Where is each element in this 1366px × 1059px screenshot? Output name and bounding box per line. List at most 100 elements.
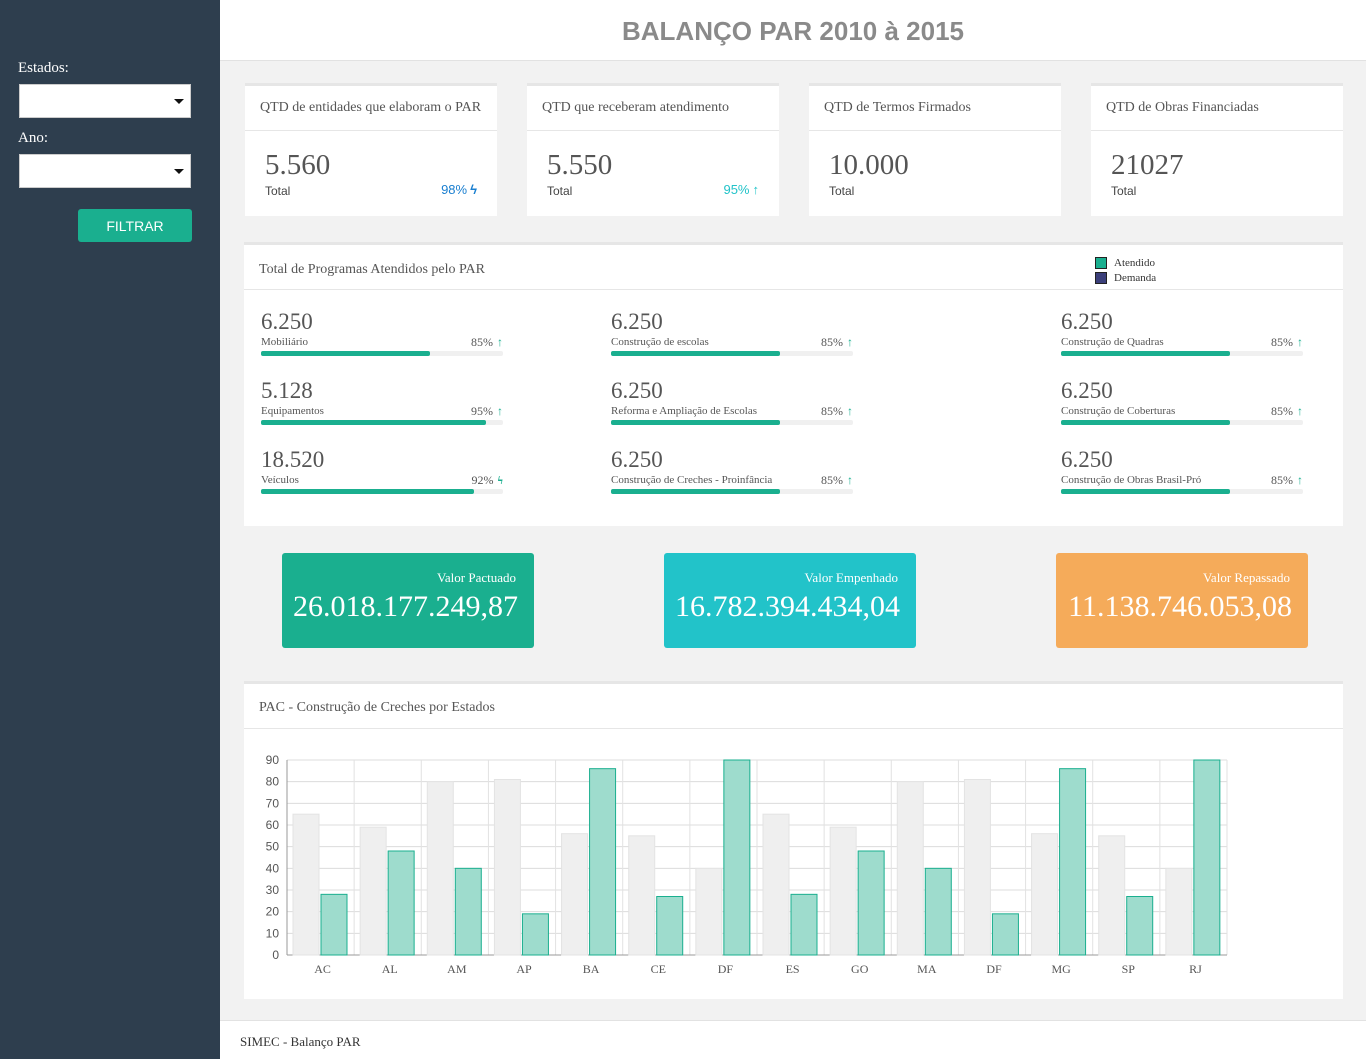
y-tick-label: 40 [266, 861, 280, 875]
kpi-sub: Total [547, 184, 573, 198]
bar-demanda [359, 826, 387, 956]
kpi-value: 21027 [1111, 149, 1184, 181]
bar-demanda [1031, 833, 1059, 956]
program-item: 6.250 Mobiliário 85% ↑ [261, 309, 503, 356]
valor-empenhado-card: Valor Empenhado 16.782.394.434,04 [664, 553, 916, 648]
bar-atendido [1193, 759, 1221, 956]
program-item: 6.250 Construção de Coberturas 85% ↑ [1061, 378, 1303, 425]
sidebar: Estados: Ano: FILTRAR [0, 0, 220, 1059]
bar-atendido [723, 759, 751, 956]
progress-bar [261, 489, 503, 494]
progress-fill [261, 420, 487, 425]
progress-bar [611, 420, 853, 425]
kpi-sub: Total [829, 184, 855, 198]
program-percent: 85% ↑ [821, 335, 853, 349]
y-tick-label: 20 [266, 905, 280, 919]
bar-demanda [292, 813, 320, 956]
program-name: Veículos [261, 474, 299, 486]
x-tick-label: AC [314, 962, 331, 976]
valor-label: Valor Empenhado [804, 570, 898, 585]
footer-text: SIMEC - Balanço PAR [240, 1034, 361, 1049]
program-name: Equipamentos [261, 405, 324, 417]
program-percent: 92% ϟ [471, 473, 503, 487]
x-tick-label: MA [917, 962, 937, 976]
chevron-down-icon [174, 99, 184, 104]
bar-atendido [790, 893, 818, 956]
program-percent: 85% ↑ [821, 404, 853, 418]
legend-item-demanda: Demanda [1095, 270, 1156, 285]
chart-panel: PAC - Construção de Creches por Estados … [244, 681, 1343, 999]
program-percent: 85% ↑ [1271, 473, 1303, 487]
y-tick-label: 10 [266, 926, 280, 940]
bar-demanda [1098, 835, 1126, 956]
bar-atendido [521, 913, 549, 956]
program-name: Construção de Coberturas [1061, 405, 1176, 417]
kpi-title: QTD de Termos Firmados [809, 86, 1061, 131]
estados-label: Estados: [18, 60, 69, 76]
arrow-up-icon: ↑ [847, 335, 853, 349]
y-tick-label: 0 [272, 948, 279, 962]
footer: SIMEC - Balanço PAR [220, 1020, 1366, 1059]
filter-button[interactable]: FILTRAR [78, 209, 192, 242]
valor-amount: 26.018.177.249,87 [293, 590, 518, 623]
kpi-title: QTD que receberam atendimento [527, 86, 779, 131]
header: BALANÇO PAR 2010 à 2015 [220, 0, 1366, 61]
x-tick-label: BA [583, 962, 600, 976]
valor-amount: 16.782.394.434,04 [675, 590, 900, 623]
program-value: 6.250 [611, 378, 663, 403]
kpi-value: 10.000 [829, 149, 909, 181]
x-tick-label: AP [516, 962, 532, 976]
program-name: Construção de Creches - Proinfância [611, 474, 773, 486]
kpi-sub: Total [1111, 184, 1137, 198]
ano-select[interactable] [19, 154, 191, 188]
progress-fill [1061, 489, 1231, 494]
program-item: 6.250 Construção de escolas 85% ↑ [611, 309, 853, 356]
bar-atendido [924, 867, 952, 956]
y-tick-label: 80 [266, 775, 280, 789]
bar-atendido [857, 850, 885, 956]
progress-fill [611, 420, 781, 425]
program-name: Mobiliário [261, 336, 309, 348]
program-percent: 85% ↑ [1271, 335, 1303, 349]
bar-demanda [493, 779, 521, 956]
program-item: 5.128 Equipamentos 95% ↑ [261, 378, 503, 425]
bolt-icon: ϟ [470, 182, 477, 197]
bar-demanda [896, 781, 924, 956]
valor-label: Valor Repassado [1202, 570, 1290, 585]
progress-bar [1061, 420, 1303, 425]
kpi-card-atendimento: QTD que receberam atendimento 5.550 Tota… [527, 83, 779, 216]
progress-fill [1061, 420, 1231, 425]
arrow-up-icon: ↑ [497, 404, 503, 418]
program-value: 6.250 [611, 447, 663, 472]
program-name: Construção de escolas [611, 336, 709, 348]
program-item: 6.250 Construção de Obras Brasil-Pró 85% ↑ [1061, 447, 1303, 494]
progress-fill [1061, 351, 1231, 356]
program-item: 18.520 Veículos 92% ϟ [261, 447, 503, 494]
kpi-title: QTD de Obras Financiadas [1091, 86, 1343, 131]
valor-repassado-card: Valor Repassado 11.138.746.053,08 [1056, 553, 1308, 648]
program-percent: 95% ↑ [471, 404, 503, 418]
x-tick-label: ES [786, 962, 800, 976]
program-value: 5.128 [261, 378, 313, 403]
bar-atendido [1059, 768, 1087, 956]
program-name: Construção de Quadras [1061, 336, 1164, 348]
y-tick-label: 50 [266, 840, 280, 854]
bar-chart: 0 10 20 30 40 50 60 70 80 90 AC AL AM AP BA CE DF ES GO MA D… [266, 753, 1228, 976]
program-name: Construção de Obras Brasil-Pró [1061, 474, 1202, 486]
bar-atendido [656, 896, 684, 956]
x-tick-label: DF [718, 962, 734, 976]
program-value: 6.250 [261, 309, 313, 334]
legend-item-atendido: Atendido [1095, 255, 1156, 270]
progress-bar [1061, 351, 1303, 356]
bar-demanda [829, 826, 857, 956]
program-value: 6.250 [1061, 378, 1113, 403]
valor-label: Valor Pactuado [436, 570, 516, 585]
page-title: BALANÇO PAR 2010 à 2015 [622, 16, 964, 46]
program-percent: 85% ↑ [471, 335, 503, 349]
program-item: 6.250 Construção de Creches - Proinfância… [611, 447, 853, 494]
bar-demanda [963, 779, 991, 956]
bar-atendido [454, 867, 482, 956]
progress-bar [261, 420, 503, 425]
estados-select[interactable] [19, 84, 191, 118]
arrow-up-icon: ↑ [847, 473, 853, 487]
